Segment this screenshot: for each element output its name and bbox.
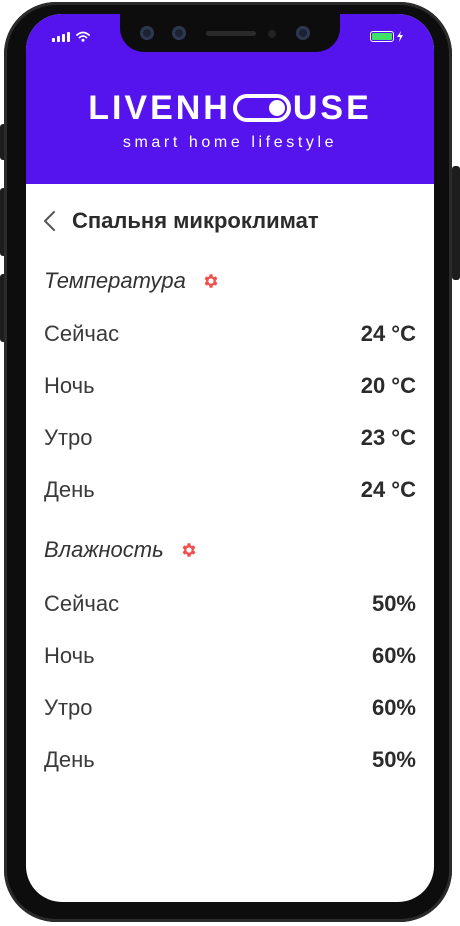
- phone-screen: LIVENH USE smart home lifestyle Спальня м…: [26, 14, 434, 902]
- row-value: 60%: [371, 643, 416, 668]
- brand-logo: LIVENH USE smart home lifestyle: [26, 90, 434, 152]
- power-button: [452, 166, 460, 280]
- row-value: 23 °C: [360, 425, 416, 450]
- temperature-section-header: Температура: [44, 268, 220, 294]
- row-label: Сейчас: [44, 321, 120, 346]
- brand-wordmark-left: LIVENH: [88, 89, 231, 127]
- row-label: Ночь: [44, 373, 95, 398]
- signal-icon: [52, 32, 70, 42]
- charging-icon: [397, 31, 403, 42]
- row-label: День: [44, 477, 95, 502]
- battery-icon: [370, 31, 394, 42]
- humidity-day-row: День 50%: [44, 745, 416, 775]
- row-value: 60%: [371, 695, 416, 720]
- row-label: Утро: [44, 425, 93, 450]
- brand-wordmark-right: USE: [292, 89, 372, 127]
- temperature-night-row: Ночь 20 °C: [44, 371, 416, 401]
- humidity-section-header: Влажность: [44, 537, 198, 563]
- app-header: LIVENH USE smart home lifestyle: [26, 14, 434, 184]
- back-chevron-icon[interactable]: [42, 210, 56, 232]
- page-header: Спальня микроклимат: [42, 208, 319, 234]
- brand-wordmark: LIVENH USE: [26, 90, 434, 126]
- brand-tagline: smart home lifestyle: [122, 134, 338, 151]
- humidity-night-row: Ночь 60%: [44, 641, 416, 671]
- camera-lens-icon: [172, 26, 186, 40]
- humidity-label: Влажность: [44, 537, 164, 562]
- row-value: 50%: [371, 591, 416, 616]
- temperature-now-row: Сейчас 24 °C: [44, 319, 416, 349]
- row-value: 24 °C: [360, 321, 416, 346]
- sensor-dot: [268, 30, 276, 38]
- page-title: Спальня микроклимат: [72, 208, 319, 233]
- row-value: 20 °C: [360, 373, 416, 398]
- toggle-switch-icon: [232, 94, 291, 122]
- status-bar-left: [52, 31, 90, 42]
- row-label: Ночь: [44, 643, 95, 668]
- temperature-label: Температура: [44, 268, 186, 293]
- row-label: День: [44, 747, 95, 772]
- gear-icon[interactable]: [180, 541, 198, 559]
- camera-lens-icon: [140, 26, 154, 40]
- row-label: Сейчас: [44, 591, 120, 616]
- battery-indicator: [370, 31, 404, 42]
- camera-lens-icon: [296, 26, 310, 40]
- speaker-grille: [206, 31, 256, 36]
- row-value: 50%: [371, 747, 416, 772]
- gear-icon[interactable]: [202, 272, 220, 290]
- row-value: 24 °C: [360, 477, 416, 502]
- wifi-icon: [76, 31, 90, 42]
- row-label: Утро: [44, 695, 93, 720]
- humidity-morning-row: Утро 60%: [44, 693, 416, 723]
- temperature-day-row: День 24 °C: [44, 475, 416, 505]
- camera-notch: [120, 14, 340, 52]
- humidity-now-row: Сейчас 50%: [44, 589, 416, 619]
- temperature-morning-row: Утро 23 °C: [44, 423, 416, 453]
